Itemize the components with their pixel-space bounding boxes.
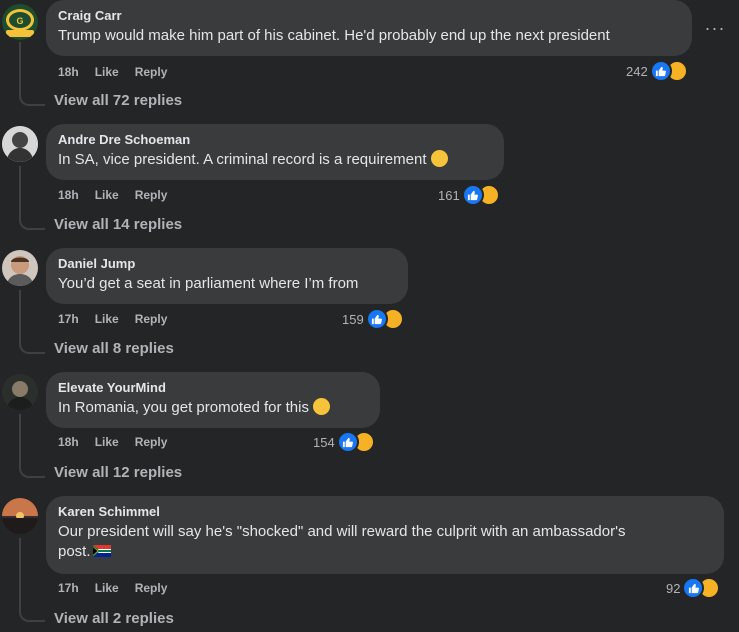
comment-text: You’d get a seat in parliament where I’m… xyxy=(58,275,359,292)
comment-author[interactable]: Karen Schimmel xyxy=(58,504,712,520)
reaction-count: 161 xyxy=(438,187,460,203)
sunset-landscape-icon xyxy=(2,498,38,534)
avatar[interactable] xyxy=(2,498,38,534)
like-reaction-icon xyxy=(649,60,672,82)
comment-text-line: post. xyxy=(58,543,91,560)
reply-connector xyxy=(19,338,45,354)
reply-button[interactable]: Reply xyxy=(135,64,168,80)
reaction-count: 159 xyxy=(342,311,364,327)
reaction-summary[interactable]: 242 xyxy=(626,60,688,82)
comment-text-line: Our president will say he's "shocked" an… xyxy=(58,523,626,540)
comment-actions: 17h Like Reply xyxy=(58,311,167,327)
avatar[interactable] xyxy=(2,374,38,410)
more-options-button[interactable]: ··· xyxy=(701,14,729,42)
comment-actions: 18h Like Reply xyxy=(58,187,167,203)
reaction-summary[interactable]: 159 xyxy=(342,308,404,330)
portrait-icon xyxy=(2,126,38,162)
reply-connector xyxy=(19,90,45,106)
thinking-face-emoji xyxy=(430,150,448,167)
reply-button[interactable]: Reply xyxy=(135,187,168,203)
reply-connector xyxy=(19,606,45,622)
avatar[interactable]: G xyxy=(2,4,38,40)
reaction-summary[interactable]: 154 xyxy=(313,431,375,453)
comment-text: Our president will say he's "shocked" an… xyxy=(58,522,712,562)
timestamp[interactable]: 18h xyxy=(58,434,79,450)
reaction-summary[interactable]: 161 xyxy=(438,184,500,206)
reaction-count: 154 xyxy=(313,434,335,450)
thread-line xyxy=(19,414,21,464)
comment-actions: 18h Like Reply xyxy=(58,434,167,450)
view-replies-link[interactable]: View all 8 replies xyxy=(54,339,174,359)
like-reaction-icon xyxy=(461,184,484,206)
packers-logo-icon: G xyxy=(2,4,38,40)
comment-text: In SA, vice president. A criminal record… xyxy=(58,150,492,170)
comment-author[interactable]: Andre Dre Schoeman xyxy=(58,132,492,148)
like-button[interactable]: Like xyxy=(95,311,119,327)
comment-text: In Romania, you get promoted for this xyxy=(58,398,368,418)
view-replies-link[interactable]: View all 14 replies xyxy=(54,215,182,235)
like-button[interactable]: Like xyxy=(95,64,119,80)
view-replies-link[interactable]: View all 12 replies xyxy=(54,463,182,483)
portrait-icon xyxy=(2,374,38,410)
portrait-icon xyxy=(2,250,38,286)
thread-line xyxy=(19,538,21,610)
comment-bubble: Craig Carr Trump would make him part of … xyxy=(46,0,692,56)
south-africa-flag-icon xyxy=(92,545,111,557)
svg-text:G: G xyxy=(16,16,23,26)
like-reaction-icon xyxy=(336,431,359,453)
comment-bubble: Elevate YourMind In Romania, you get pro… xyxy=(46,372,380,428)
comment-text-content: In SA, vice president. A criminal record… xyxy=(58,151,427,168)
reaction-summary[interactable]: 92 xyxy=(666,577,721,599)
reply-connector xyxy=(19,462,45,478)
avatar[interactable] xyxy=(2,126,38,162)
timestamp[interactable]: 18h xyxy=(58,187,79,203)
reply-connector xyxy=(19,214,45,230)
like-reaction-icon xyxy=(365,308,388,330)
comment-bubble: Karen Schimmel Our president will say he… xyxy=(46,496,724,574)
timestamp[interactable]: 18h xyxy=(58,64,79,80)
comment-actions: 18h Like Reply xyxy=(58,64,167,80)
comment-author[interactable]: Craig Carr xyxy=(58,8,680,24)
timestamp[interactable]: 17h xyxy=(58,311,79,327)
reaction-count: 92 xyxy=(666,580,681,596)
more-options-icon: ··· xyxy=(704,17,726,38)
thread-line xyxy=(19,166,21,216)
comment-author[interactable]: Daniel Jump xyxy=(58,256,396,272)
comment-bubble: Andre Dre Schoeman In SA, vice president… xyxy=(46,124,504,180)
thread-line xyxy=(19,290,21,340)
like-button[interactable]: Like xyxy=(95,580,119,596)
comment-bubble: Daniel Jump You’d get a seat in parliame… xyxy=(46,248,408,304)
raised-eyebrow-emoji xyxy=(312,398,330,415)
avatar[interactable] xyxy=(2,250,38,286)
view-replies-link[interactable]: View all 2 replies xyxy=(54,609,174,629)
thread-line xyxy=(19,42,21,92)
reaction-count: 242 xyxy=(626,63,648,79)
comment-text: Trump would make him part of his cabinet… xyxy=(58,27,610,44)
comment-text-content: In Romania, you get promoted for this xyxy=(58,399,309,416)
reply-button[interactable]: Reply xyxy=(135,434,168,450)
comment-author[interactable]: Elevate YourMind xyxy=(58,380,368,396)
like-button[interactable]: Like xyxy=(95,434,119,450)
reply-button[interactable]: Reply xyxy=(135,580,168,596)
reply-button[interactable]: Reply xyxy=(135,311,168,327)
like-button[interactable]: Like xyxy=(95,187,119,203)
view-replies-link[interactable]: View all 72 replies xyxy=(54,91,182,111)
comment-actions: 17h Like Reply xyxy=(58,580,167,596)
timestamp[interactable]: 17h xyxy=(58,580,79,596)
